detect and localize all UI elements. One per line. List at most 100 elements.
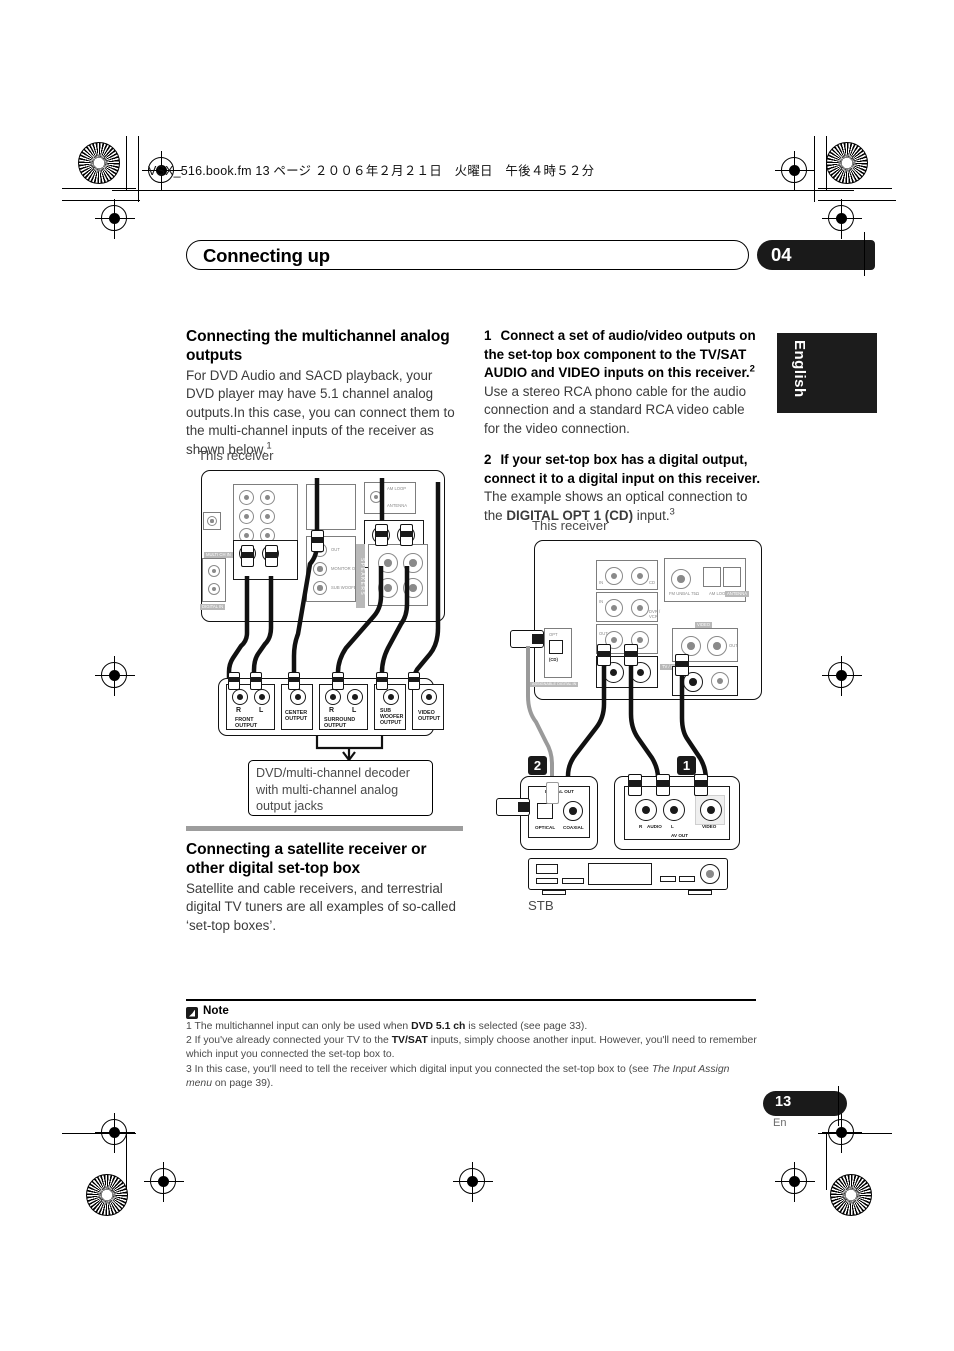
figure2-assignable-digital-in-block: OPT (CD) bbox=[544, 628, 572, 678]
page-edge-tick bbox=[838, 1086, 839, 1126]
chapter-edge-tick bbox=[864, 232, 865, 276]
section-heading-multichannel: Connecting the multichannel analog outpu… bbox=[186, 328, 450, 364]
file-info-header: VSX_516.book.fm 13 ページ ２００６年２月２１日 火曜日 午後… bbox=[148, 164, 595, 178]
figure1-receiver-label: This receiver bbox=[198, 448, 274, 463]
note-item: 2 If you've already connected your TV to… bbox=[186, 1034, 758, 1062]
body-text: For DVD Audio and SACD playback, your DV… bbox=[186, 368, 455, 457]
registration-target-left-upper bbox=[95, 199, 135, 239]
registration-starburst-top-right bbox=[826, 142, 868, 184]
note-item-text: In this case, you'll need to tell the re… bbox=[194, 1063, 652, 1075]
step-1-body: Use a stereo RCA phono cable for the aud… bbox=[484, 383, 747, 436]
note-item-text: TV/SAT bbox=[391, 1035, 428, 1047]
crop-mark-bottom-left-h bbox=[62, 1133, 136, 1135]
crop-mark-top-right-h2 bbox=[818, 200, 896, 202]
chapter-banner: Connecting up bbox=[186, 240, 749, 270]
crop-mark-bottom-right-h bbox=[818, 1133, 892, 1135]
crop-mark-bottom-right-v bbox=[826, 1132, 828, 1190]
figure1-digital-in-block bbox=[202, 558, 226, 602]
section-heading-satellite: Connecting a satellite receiver or other… bbox=[186, 841, 427, 877]
right-column: 1 Connect a set of audio/video outputs on… bbox=[484, 327, 761, 525]
left-column-section2: Connecting a satellite receiver or other… bbox=[186, 826, 463, 935]
note-item-number: 2 bbox=[186, 1035, 195, 1047]
registration-target-top-right bbox=[775, 151, 815, 191]
footnote-ref-3: 3 bbox=[669, 506, 675, 518]
figure2-assignable-digital-in-label: ASSIGNABLE DIGITAL IN bbox=[530, 682, 579, 687]
figure1-dvd-caption-box: DVD/multi-channel decoder with multi-cha… bbox=[248, 760, 433, 816]
figure1-video-output-group: VIDEO OUTPUT bbox=[412, 684, 444, 730]
crop-mark-top-left-v bbox=[126, 136, 128, 190]
figure1-center-output-group: CENTER OUTPUT bbox=[281, 684, 313, 730]
figure2-stb-label: STB bbox=[528, 898, 554, 913]
figure1-subwoofer-output-group: SUB WOOFER OUTPUT bbox=[374, 684, 406, 730]
page-number: 13 bbox=[775, 1094, 792, 1110]
note-title: Note bbox=[203, 1004, 229, 1017]
registration-starburst-bottom-left bbox=[86, 1174, 128, 1216]
registration-target-right-upper bbox=[822, 199, 862, 239]
registration-target-right-lower bbox=[822, 1113, 862, 1153]
chapter-number-pill: 04 bbox=[757, 240, 875, 270]
registration-target-bottom-center bbox=[453, 1162, 493, 1202]
registration-starburst-bottom-right bbox=[830, 1174, 872, 1216]
crop-mark-top-left-v2 bbox=[138, 136, 140, 202]
figure2-coaxial-plug-stb bbox=[546, 782, 559, 804]
crop-mark-top-left-h2 bbox=[62, 200, 140, 202]
figure2-cd-block: IN CD bbox=[596, 560, 658, 590]
note-icon bbox=[186, 1007, 198, 1019]
page-language-code: En bbox=[773, 1117, 787, 1129]
chapter-number: 04 bbox=[771, 244, 792, 265]
figure1-surround-output-group: R L SURROUND OUTPUT bbox=[319, 684, 368, 730]
left-column: Connecting the multichannel analog outpu… bbox=[186, 327, 463, 459]
crop-mark-bottom-left-v bbox=[126, 1132, 128, 1190]
section-body-satellite: Satellite and cable receivers, and terre… bbox=[186, 881, 456, 933]
step-2-heading-text: If your set-top box has a digital output… bbox=[484, 452, 761, 486]
figure1-speakers-strip: SPEAKERS bbox=[356, 544, 365, 608]
note-item-text: If you've already connected your TV to t… bbox=[194, 1035, 392, 1047]
registration-target-left-middle bbox=[95, 656, 135, 696]
note-item: 1 The multichannel input can only be use… bbox=[186, 1020, 758, 1034]
step-1-heading: 1 Connect a set of audio/video outputs on… bbox=[484, 327, 761, 383]
note-item-text: The multichannel input can only be used … bbox=[194, 1021, 412, 1032]
figure2-stb-display bbox=[588, 863, 652, 885]
step-2-number: 2 bbox=[484, 452, 492, 467]
figure2-badge-1: 1 bbox=[677, 756, 696, 775]
step-1-number: 1 bbox=[484, 328, 492, 343]
registration-starburst-top-left bbox=[78, 142, 120, 184]
chapter-title: Connecting up bbox=[203, 245, 330, 266]
figure1-speaker-terminals bbox=[368, 544, 428, 606]
note-separator-rule bbox=[186, 999, 756, 1002]
figure2-receiver-label: This receiver bbox=[532, 518, 608, 533]
registration-target-right-middle bbox=[822, 656, 862, 696]
note-list: 1 The multichannel input can only be use… bbox=[186, 1020, 758, 1091]
crop-mark-top-right-v2 bbox=[814, 136, 816, 202]
figure1-opt-marker bbox=[203, 512, 221, 530]
section-divider-rule bbox=[186, 826, 463, 831]
registration-target-bottom-left bbox=[144, 1162, 184, 1202]
step-1-heading-text: Connect a set of audio/video outputs on … bbox=[484, 328, 756, 381]
section-body-multichannel: For DVD Audio and SACD playback, your DV… bbox=[186, 367, 463, 459]
figure2-antenna-block: FM UNBAL 75Ω AM LOOP ANTENNA bbox=[664, 558, 750, 602]
figure2-antenna-chip: ANTENNA bbox=[725, 591, 750, 597]
figure2-badge-2: 2 bbox=[528, 756, 547, 775]
note-item: 3 In this case, you'll need to tell the … bbox=[186, 1063, 758, 1091]
figure1-antenna-block: AM LOOP ANTENNA bbox=[364, 482, 416, 514]
figure2-stb-digital-out-block: DIGITAL OUT OPTICAL COAXIAL bbox=[528, 786, 590, 838]
page-number-pill: 13 bbox=[763, 1091, 847, 1116]
note-item-text: DVD 5.1 ch bbox=[411, 1021, 466, 1032]
figure1-center-video-block bbox=[306, 484, 356, 530]
manual-page: VSX_516.book.fm 13 ページ ２００６年２月２１日 火曜日 午後… bbox=[0, 0, 954, 1351]
figure2-dvr-vcr-block: IN DVR / VCR bbox=[596, 592, 660, 622]
figure-set-top-box: This receiver IN CD IN DVR / VCR OUT TV /… bbox=[484, 518, 774, 918]
note-item-text: is selected (see page 33). bbox=[465, 1021, 588, 1032]
registration-target-left-lower bbox=[95, 1113, 135, 1153]
footnote-ref-2: 2 bbox=[749, 363, 755, 375]
header-underline bbox=[112, 190, 854, 191]
registration-target-bottom-right bbox=[775, 1162, 815, 1202]
figure1-front-output-group: R L FRONT OUTPUT bbox=[226, 684, 275, 730]
note-item-number: 3 bbox=[186, 1063, 195, 1075]
note-item-text: on page 39). bbox=[212, 1077, 274, 1089]
figure1-digital-in-label: DIGITAL IN bbox=[200, 604, 226, 610]
step-2-heading: 2 If your set-top box has a digital outpu… bbox=[484, 451, 761, 488]
figure2-video-chip: VIDEO bbox=[695, 622, 713, 628]
figure-multichannel-analog: This receiver MULTI CH IN DIGITAL IN OUT… bbox=[186, 448, 466, 816]
language-tab-label: English bbox=[791, 340, 808, 398]
